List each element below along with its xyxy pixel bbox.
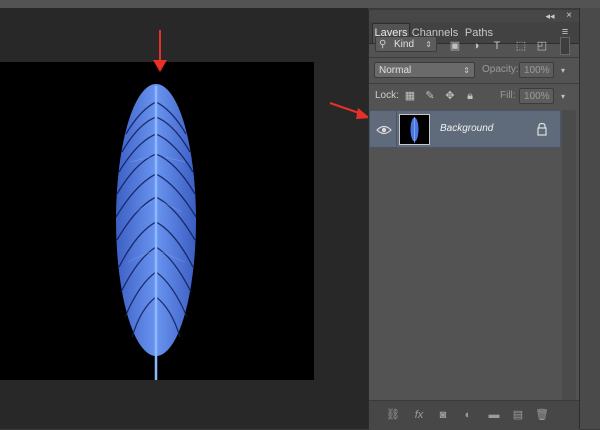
layers-scrollbar[interactable]: [562, 110, 576, 400]
opacity-label: Opacity:: [482, 64, 519, 75]
panel-control-bar: ◂◂ ×: [369, 10, 580, 22]
chevron-down-icon[interactable]: ▾: [557, 65, 569, 77]
folder-icon[interactable]: ▬: [487, 408, 501, 422]
layer-row-background[interactable]: Background: [369, 110, 561, 149]
fx-icon[interactable]: fx: [412, 408, 426, 422]
divider: [369, 83, 580, 84]
fill-label: Fill:: [500, 90, 516, 101]
chevron-down-icon[interactable]: ▾: [557, 91, 569, 103]
new-layer-icon[interactable]: ▤: [511, 408, 525, 422]
feather-image: [115, 84, 197, 380]
blend-mode-select[interactable]: Normal ⇕: [374, 62, 475, 78]
smart-object-filter-icon[interactable]: ◰: [536, 40, 548, 52]
visibility-toggle[interactable]: [372, 111, 397, 149]
chevron-updown-icon: ⇕: [425, 40, 432, 49]
lock-row: Lock: ▦ ✎ ✥ 🔒︎ Fill: 100% ▾: [369, 86, 580, 106]
annotation-arrow-layer: [329, 102, 370, 119]
close-panel-icon[interactable]: ×: [563, 10, 575, 22]
eye-icon: [376, 125, 392, 135]
chevron-updown-icon: ⇕: [463, 66, 470, 75]
divider: [369, 57, 580, 58]
lock-position-icon[interactable]: ✥: [444, 90, 456, 102]
link-icon[interactable]: ⛓︎: [386, 408, 400, 422]
panel-dock-strip: [579, 8, 600, 429]
layers-panel: ◂◂ × Layers Channels Paths ≡ ⚲ Kind ⇕ ▣ …: [368, 10, 580, 430]
lock-all-icon[interactable]: 🔒︎: [464, 90, 476, 102]
lock-icon: [537, 122, 547, 136]
lock-transparent-icon[interactable]: ▦: [404, 90, 416, 102]
document-canvas[interactable]: [0, 62, 314, 380]
pixel-filter-icon[interactable]: ▣: [449, 40, 461, 52]
annotation-arrow-top: [153, 30, 167, 72]
opacity-field[interactable]: 100%: [519, 62, 554, 78]
layers-bottom-bar: ⛓︎ fx ◙ ◐ ▬ ▤ 🗑︎: [369, 400, 580, 430]
adjustment-filter-icon[interactable]: ◑: [470, 40, 482, 52]
type-filter-icon[interactable]: T: [491, 40, 503, 52]
blend-mode-value: Normal: [379, 65, 412, 76]
shape-filter-icon[interactable]: ⬚: [515, 40, 527, 52]
mask-icon[interactable]: ◙: [436, 408, 450, 422]
adjustment-icon[interactable]: ◐: [461, 408, 475, 422]
trash-icon[interactable]: 🗑︎: [535, 408, 549, 422]
filter-row: ⚲ Kind ⇕ ▣ ◑ T ⬚ ◰: [369, 34, 580, 55]
filter-kind-label: Kind: [394, 39, 415, 50]
filter-kind-select[interactable]: ⚲ Kind ⇕: [375, 36, 437, 52]
lock-image-icon[interactable]: ✎: [424, 90, 436, 102]
search-icon: ⚲: [379, 39, 387, 50]
lock-label: Lock:: [375, 90, 399, 101]
layer-name: Background: [440, 123, 494, 134]
filter-toggle[interactable]: [560, 37, 570, 55]
opacity-value: 100%: [524, 65, 550, 76]
blend-row: Normal ⇕ Opacity: 100% ▾: [369, 60, 580, 80]
layer-thumbnail: [399, 114, 430, 145]
top-bar: [0, 0, 600, 8]
collapse-panel-icon[interactable]: ◂◂: [544, 10, 556, 22]
fill-field[interactable]: 100%: [519, 88, 554, 104]
fill-value: 100%: [524, 91, 550, 102]
